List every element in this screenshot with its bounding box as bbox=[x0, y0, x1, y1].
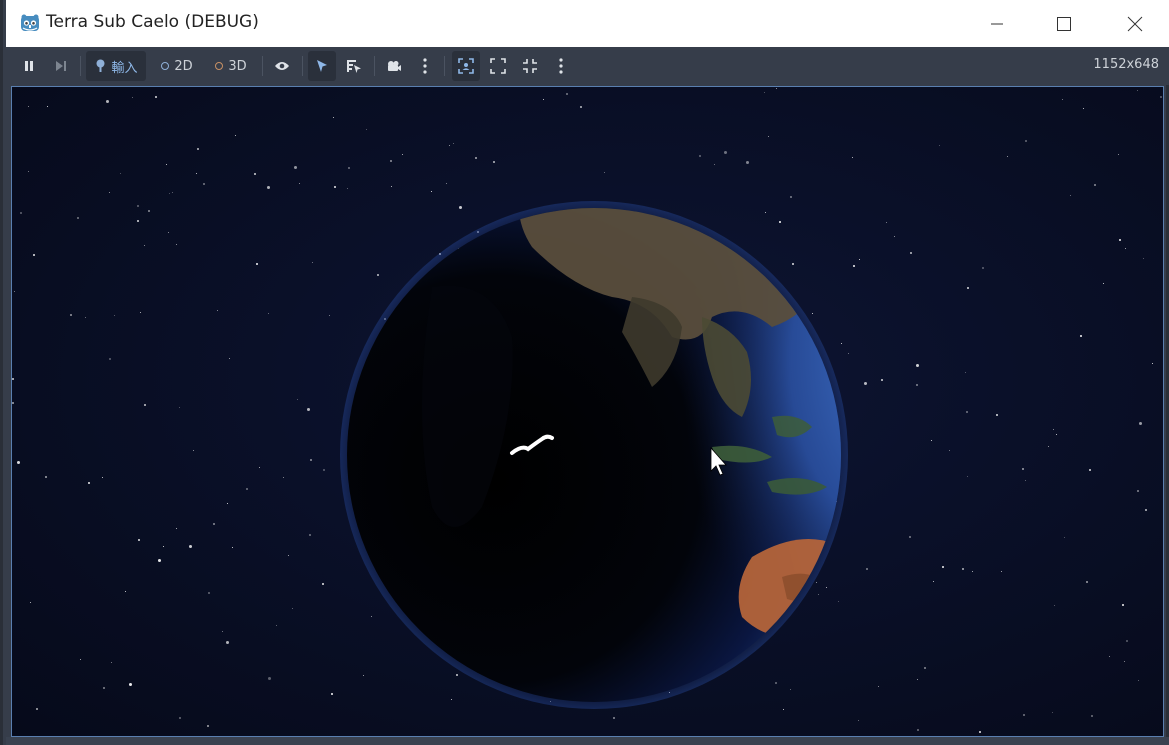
debug-toolbar: 輸入 2D 3D 1152x648 bbox=[6, 47, 1169, 85]
eye-icon bbox=[275, 62, 289, 70]
kebab-menu-icon bbox=[423, 58, 427, 74]
maximize-icon bbox=[1057, 16, 1071, 31]
expand-button[interactable] bbox=[484, 51, 512, 81]
joystick-icon bbox=[96, 59, 105, 72]
camera-more-button[interactable] bbox=[414, 51, 436, 81]
camera-icon bbox=[388, 61, 401, 71]
close-button[interactable] bbox=[1112, 0, 1158, 47]
pause-button[interactable] bbox=[16, 51, 42, 81]
view-more-button[interactable] bbox=[550, 51, 572, 81]
mode-3d-label: 3D bbox=[228, 58, 247, 74]
minimize-icon bbox=[991, 23, 1003, 24]
game-viewport[interactable] bbox=[11, 86, 1164, 737]
window-title: Terra Sub Caelo (DEBUG) bbox=[46, 12, 259, 32]
radio-3d-icon bbox=[215, 62, 224, 70]
list-select-button[interactable] bbox=[340, 51, 368, 81]
pointer-icon bbox=[317, 60, 327, 72]
camera-override-button[interactable] bbox=[380, 51, 408, 81]
input-toggle-button[interactable]: 輸入 bbox=[86, 51, 146, 81]
toolbar-separator bbox=[374, 56, 375, 76]
input-label: 輸入 bbox=[111, 60, 138, 76]
toolbar-separator bbox=[80, 56, 81, 76]
resolution-label: 1152x648 bbox=[1093, 57, 1159, 72]
pause-icon bbox=[25, 61, 33, 71]
game-window: Terra Sub Caelo (DEBUG) 輸入 2D 3D 1152x64… bbox=[0, 0, 1169, 745]
toolbar-separator bbox=[262, 56, 263, 76]
radio-2d-icon bbox=[161, 62, 170, 70]
mode-3d-button[interactable]: 3D bbox=[206, 51, 256, 81]
toolbar-separator bbox=[444, 56, 445, 76]
expand-icon bbox=[490, 58, 506, 74]
window-bottom-edge bbox=[6, 737, 1169, 745]
fullscreen-button[interactable] bbox=[516, 51, 544, 81]
visibility-button[interactable] bbox=[268, 51, 296, 81]
list-select-icon bbox=[347, 60, 361, 73]
kebab-menu-icon bbox=[559, 58, 563, 74]
focus-frame-icon bbox=[458, 58, 474, 74]
earth-globe[interactable] bbox=[12, 87, 1164, 737]
title-bar[interactable]: Terra Sub Caelo (DEBUG) bbox=[6, 0, 1169, 47]
close-icon bbox=[1127, 16, 1143, 31]
mode-2d-button[interactable]: 2D bbox=[152, 51, 202, 81]
mode-2d-label: 2D bbox=[174, 58, 193, 74]
maximize-button[interactable] bbox=[1041, 0, 1087, 47]
step-frame-button[interactable] bbox=[48, 51, 74, 81]
focus-frame-button[interactable] bbox=[452, 51, 480, 81]
select-button[interactable] bbox=[308, 51, 336, 81]
step-forward-icon bbox=[56, 61, 66, 71]
godot-icon bbox=[21, 14, 39, 31]
toolbar-separator bbox=[302, 56, 303, 76]
fullscreen-icon bbox=[523, 59, 537, 73]
minimize-button[interactable] bbox=[974, 0, 1020, 47]
